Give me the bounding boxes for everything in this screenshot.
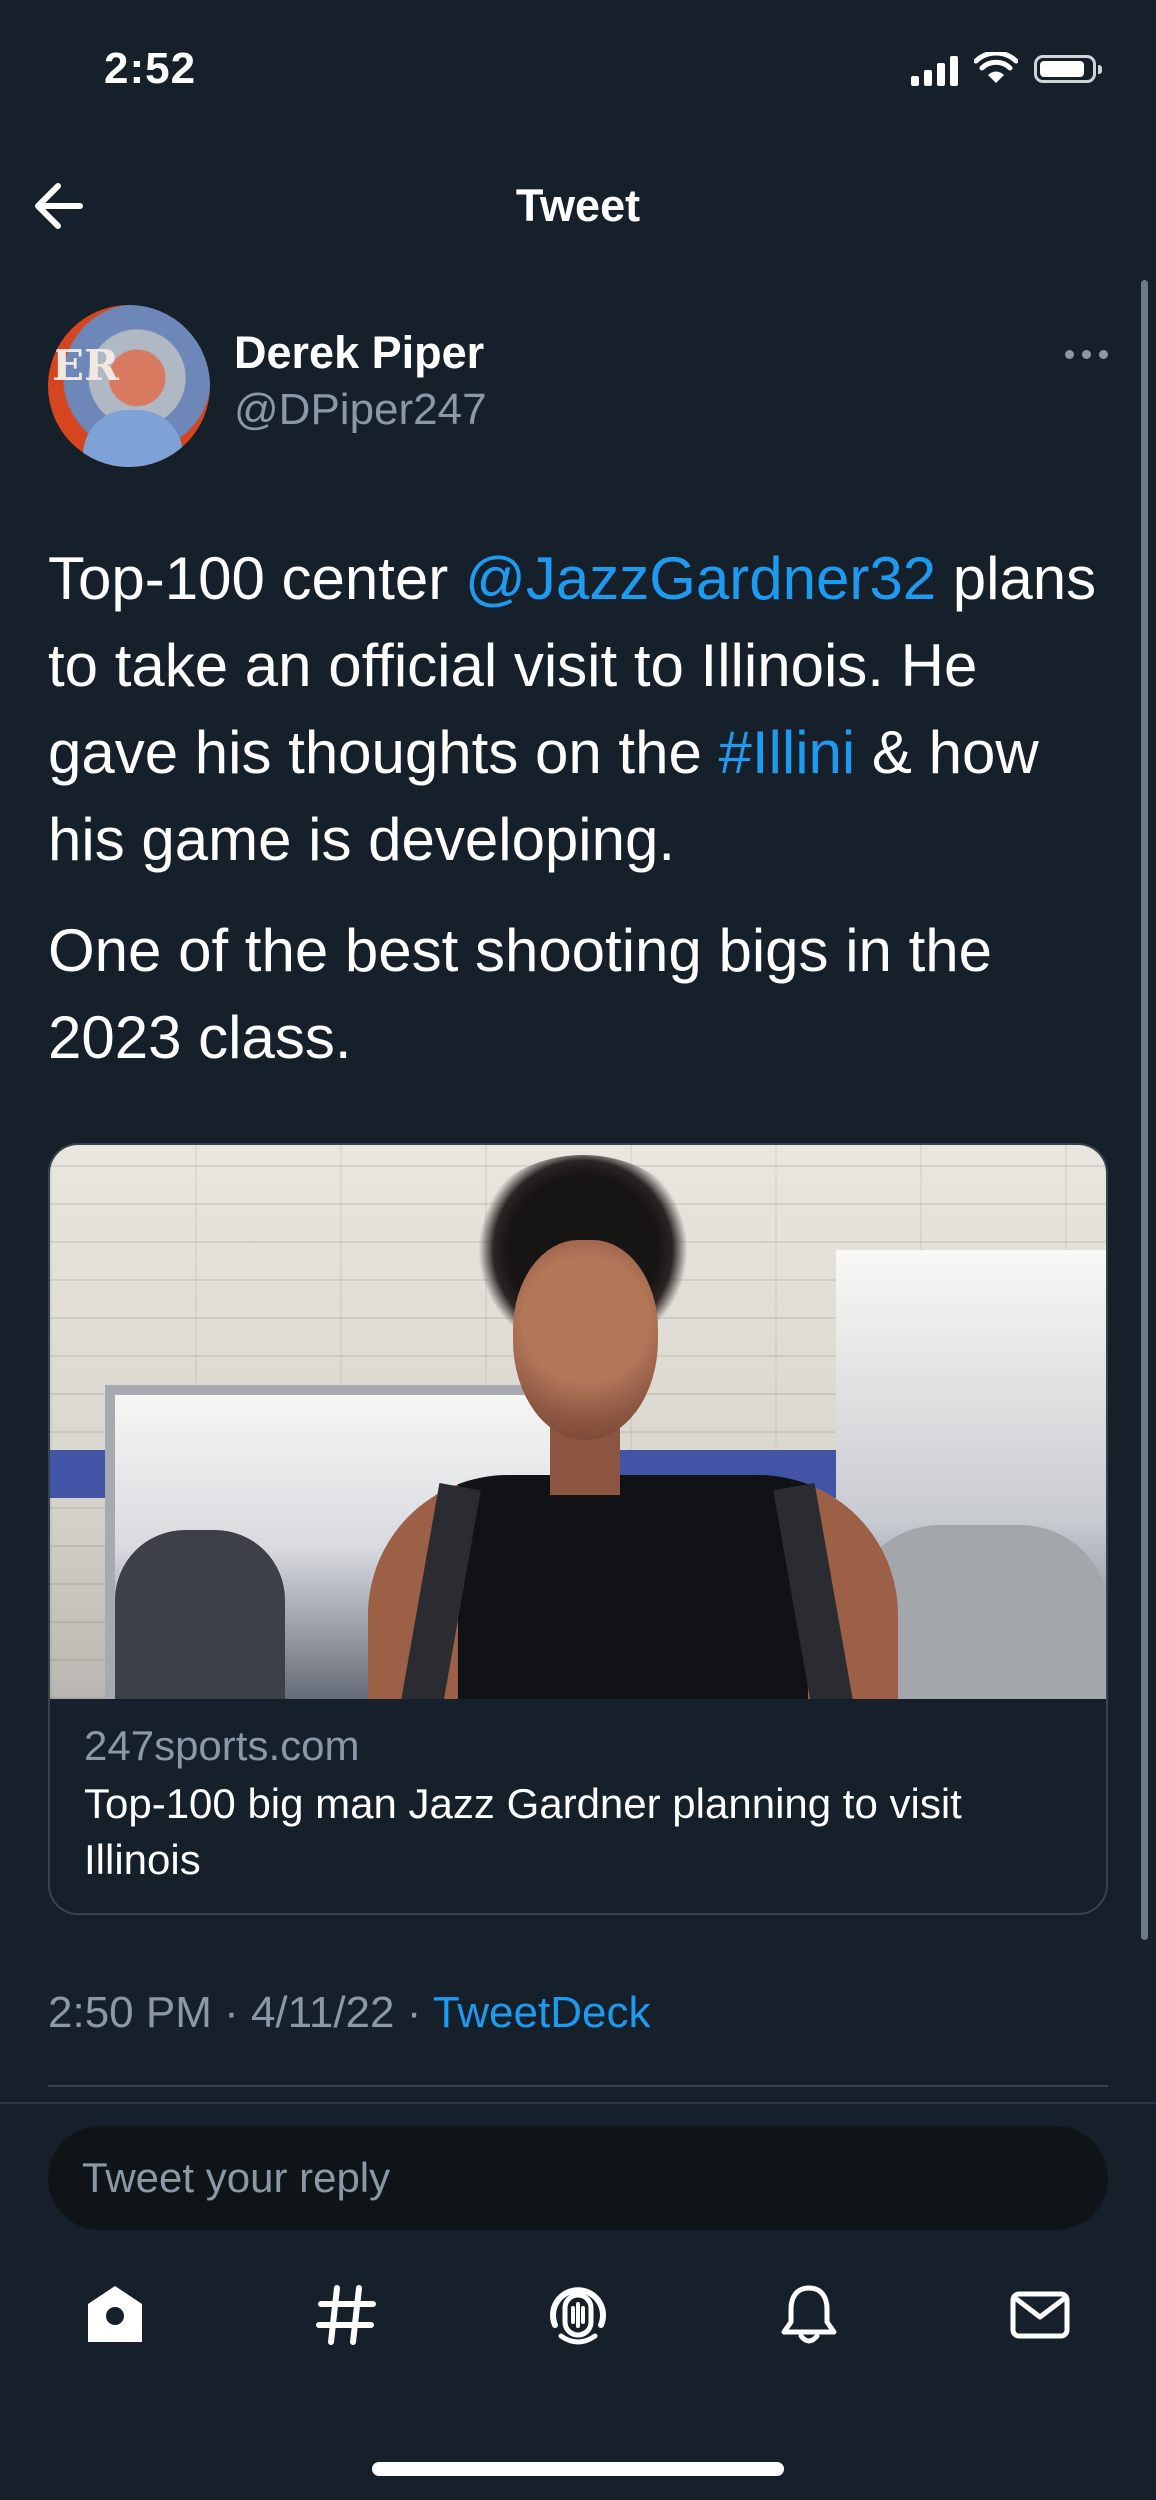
tweet-text-segment: Top-100 center <box>48 545 465 612</box>
divider <box>0 2102 1156 2104</box>
player-face <box>513 1240 658 1440</box>
more-dot-icon <box>1099 350 1108 359</box>
background-people <box>115 1530 285 1699</box>
divider <box>48 2085 1108 2087</box>
mention-link[interactable]: @JazzGardner32 <box>465 545 936 612</box>
hashtag-link[interactable]: #Illini <box>719 719 856 786</box>
more-options-button[interactable] <box>1065 350 1108 359</box>
battery-icon <box>1034 55 1102 83</box>
home-indicator[interactable] <box>372 2462 784 2476</box>
reply-placeholder: Tweet your reply <box>82 2154 391 2201</box>
status-time: 2:52 <box>104 44 197 93</box>
spaces-icon[interactable] <box>543 2280 613 2350</box>
link-domain[interactable]: 247sports.com <box>84 1720 1072 1772</box>
more-dot-icon <box>1065 350 1074 359</box>
messages-icon[interactable] <box>1005 2280 1075 2350</box>
tweet-client-link[interactable]: TweetDeck <box>433 1988 651 2037</box>
status-icons <box>911 52 1102 86</box>
tweet-paragraph: Top-100 center @JazzGardner32 plans to t… <box>48 535 1118 883</box>
notifications-icon[interactable] <box>774 2280 844 2350</box>
link-preview-card[interactable]: 247sports.com Top-100 big man Jazz Gardn… <box>48 1143 1108 1915</box>
bottom-tab-bar <box>0 2280 1156 2380</box>
author-display-name[interactable]: Derek Piper <box>234 327 484 379</box>
scrollbar[interactable] <box>1141 280 1148 1940</box>
reply-input[interactable]: Tweet your reply <box>48 2126 1108 2230</box>
tweet-timestamp: 2:50 PM · 4/11/22 · <box>48 1988 433 2037</box>
page-title: Tweet <box>515 180 641 231</box>
link-preview-info[interactable]: 247sports.com Top-100 big man Jazz Gardn… <box>84 1720 1072 1888</box>
author-handle[interactable]: @DPiper247 <box>234 385 487 435</box>
navigation-bar: Tweet <box>0 160 1156 250</box>
status-bar: 2:52 <box>0 0 1156 150</box>
tweet-body: Top-100 center @JazzGardner32 plans to t… <box>48 535 1118 1081</box>
cellular-signal-icon <box>911 52 958 86</box>
explore-hashtag-icon[interactable] <box>311 2280 381 2350</box>
link-title[interactable]: Top-100 big man Jazz Gardner planning to… <box>84 1776 1072 1888</box>
link-preview-photo[interactable] <box>50 1145 1106 1699</box>
tweet-paragraph: One of the best shooting bigs in the 202… <box>48 917 992 1071</box>
tweet-metadata: 2:50 PM · 4/11/22 · TweetDeck <box>48 1988 650 2038</box>
avatar[interactable] <box>48 305 210 467</box>
more-dot-icon <box>1082 350 1091 359</box>
wifi-icon <box>974 52 1018 83</box>
home-icon[interactable] <box>80 2280 150 2350</box>
tweet-author[interactable]: Derek Piper @DPiper247 <box>48 305 1108 470</box>
